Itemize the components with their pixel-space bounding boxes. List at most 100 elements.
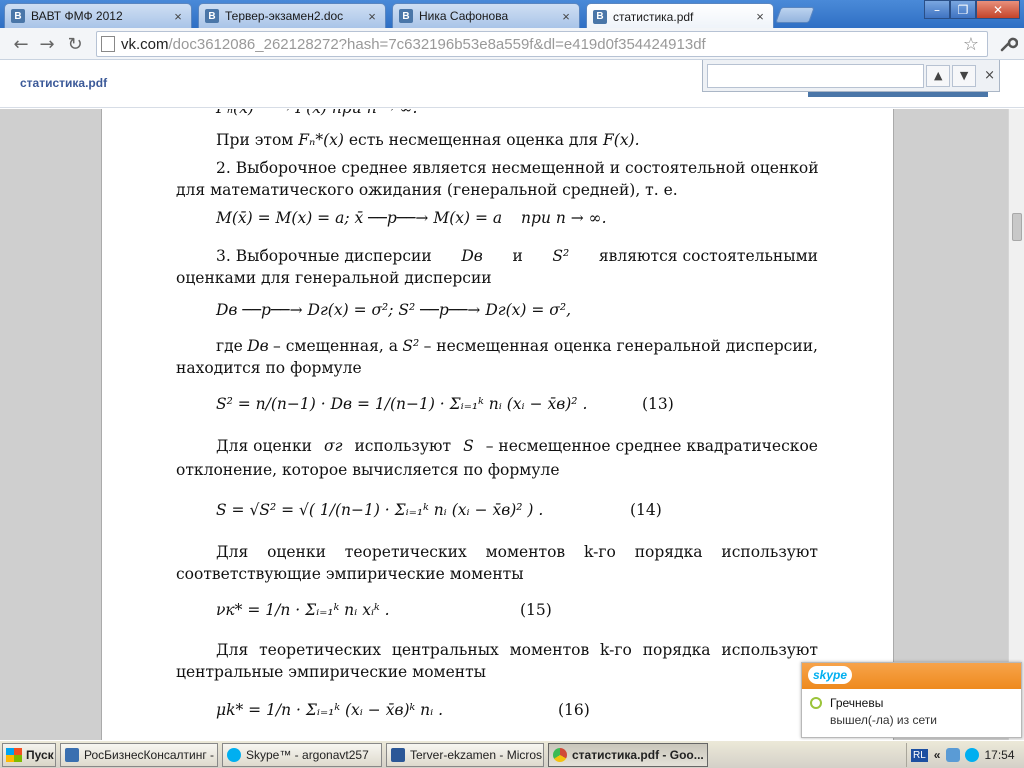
formula-variance: Dв ──p──→ Dг(x) = σ²; S² ──p──→ Dг(x) = … (216, 301, 572, 319)
close-icon[interactable]: × (171, 9, 185, 24)
browser-icon (65, 748, 79, 762)
text-fragment: – несмещенная оценка генеральной дисперс… (423, 337, 818, 355)
math-fragment: F(x). (603, 131, 640, 149)
scrollbar-thumb[interactable] (1012, 213, 1022, 241)
paragraph-line: оценками для генеральной дисперсии (176, 269, 492, 287)
find-next-button[interactable]: ▼ (952, 64, 977, 87)
taskbar-item-label: Skype™ - argonavt257 (246, 748, 369, 762)
taskbar-item-word[interactable]: Terver-ekzamen - Micros... (386, 743, 544, 767)
pdf-viewer[interactable]: Fₙ(x) ──→ F(x) при n → ∞. При этом Fₙ*(x… (0, 109, 1008, 740)
tab-strip: В ВАВТ ФМФ 2012 × В Тервер-экзамен2.doc … (0, 0, 1024, 29)
equation-number: (14) (630, 501, 662, 519)
close-icon[interactable]: × (365, 9, 379, 24)
vk-icon: В (205, 9, 219, 23)
network-icon[interactable] (946, 748, 961, 762)
taskbar-item-label: РосБизнесКонсалтинг - ... (84, 748, 218, 762)
system-tray: RL « 17:54 (906, 743, 1022, 767)
document-title-link[interactable]: статистика.pdf (20, 76, 107, 90)
word-icon (391, 748, 405, 762)
paragraph-line: соответствующие эмпирические моменты (176, 565, 524, 583)
formula-16: μk* = 1/n · Σᵢ₌₁ᵏ (xᵢ − x̄в)ᵏ nᵢ . (216, 701, 444, 719)
address-bar[interactable]: vk.com/doc3612086_262128272?hash=7c63219… (96, 31, 988, 57)
window-controls: – ❐ ✕ (924, 0, 1020, 19)
find-close-icon[interactable]: × (984, 68, 995, 83)
contact-status: вышел(-ла) из сети (830, 713, 937, 727)
url-host: vk.com (121, 35, 169, 53)
language-indicator[interactable]: RL (911, 748, 928, 762)
vertical-scrollbar[interactable] (1008, 109, 1024, 740)
tab-label: статистика.pdf (613, 9, 694, 24)
math-fragment: при n → ∞. (521, 209, 607, 227)
paragraph-line: Для оценки теоретических моментов k-го п… (216, 543, 818, 561)
paragraph-line: 2. Выборочное среднее является несмещенн… (216, 159, 819, 177)
formula-limit: Fₙ(x) ──→ F(x) при n → ∞. (216, 109, 417, 117)
math-fragment: S² (402, 337, 420, 355)
taskbar-item-rbc[interactable]: РосБизнесКонсалтинг - ... (60, 743, 218, 767)
equation-number: (13) (642, 395, 674, 413)
text-fragment: 3. Выборочные дисперсии (216, 247, 432, 265)
math-fragment: σг (324, 437, 343, 455)
paragraph-line: находится по формуле (176, 359, 362, 377)
tab-vavt[interactable]: В ВАВТ ФМФ 2012 × (4, 3, 192, 28)
chrome-icon (553, 748, 567, 762)
close-window-button[interactable]: ✕ (976, 0, 1020, 19)
windows-flag-icon (6, 748, 22, 762)
paragraph-line: отклонение, которое вычисляется по форму… (176, 461, 560, 479)
skype-notification[interactable]: skype Гречневы вышел(-ла) из сети (801, 662, 1022, 738)
maximize-button[interactable]: ❐ (950, 0, 976, 19)
taskbar-item-label: статистика.pdf - Goo... (572, 748, 704, 762)
paragraph-line: Для оценки σг используют S – несмещенное… (216, 437, 818, 455)
minimize-button[interactable]: – (924, 0, 950, 19)
skype-tray-icon[interactable] (965, 748, 980, 762)
find-previous-button[interactable]: ▲ (926, 64, 951, 87)
text-fragment: есть несмещенная оценка для (348, 131, 599, 149)
paragraph-line: Для теоретических центральных моментов k… (216, 641, 818, 659)
url-path: /doc3612086_262128272?hash=7c632196b53e8… (168, 35, 706, 53)
formula-14: S = √S² = √( 1/(n−1) · Σᵢ₌₁ᵏ nᵢ (xᵢ − x̄… (216, 501, 544, 519)
formula-15: νк* = 1/n · Σᵢ₌₁ᵏ nᵢ xᵢᵏ . (216, 601, 390, 619)
tab-label: Тервер-экзамен2.doc (225, 9, 344, 23)
math-fragment: Dв (247, 337, 269, 355)
text-fragment: – несмещенное среднее квадратическое (485, 437, 818, 455)
math-fragment: M(x̄) = M(x) = a; x̄ ──p──→ M(x) = a (216, 209, 503, 227)
find-bar: ▲ ▼ × (702, 60, 1000, 92)
find-input[interactable] (707, 63, 925, 88)
taskbar-item-skype[interactable]: Skype™ - argonavt257 (222, 743, 382, 767)
start-button[interactable]: Пуск (2, 743, 56, 767)
text-line: При этом Fₙ*(x) есть несмещенная оценка … (216, 131, 640, 149)
formula-mean: M(x̄) = M(x) = a; x̄ ──p──→ M(x) = a при… (216, 209, 607, 227)
tab-terver[interactable]: В Тервер-экзамен2.doc × (198, 3, 386, 28)
math-fragment: S² (552, 247, 570, 265)
text-fragment: – смещенная, а (273, 337, 398, 355)
math-fragment: S (463, 437, 474, 455)
tab-statistika[interactable]: В статистика.pdf × (586, 3, 774, 29)
taskbar-item-chrome[interactable]: статистика.pdf - Goo... (548, 743, 708, 767)
wrench-menu-icon[interactable] (998, 34, 1019, 54)
tray-expand-icon[interactable]: « (934, 748, 941, 762)
taskbar: Пуск РосБизнесКонсалтинг - ... Skype™ - … (0, 740, 1024, 768)
tab-label: Ника Сафонова (419, 9, 509, 23)
equation-number: (15) (520, 601, 552, 619)
close-icon[interactable]: × (753, 9, 767, 24)
new-tab-button[interactable] (775, 7, 815, 23)
reload-icon[interactable]: ↻ (64, 33, 86, 55)
clock[interactable]: 17:54 (984, 748, 1014, 762)
page-icon (101, 36, 115, 52)
formula-13: S² = n/(n−1) · Dв = 1/(n−1) · Σᵢ₌₁ᵏ nᵢ (… (216, 395, 588, 413)
pdf-page: Fₙ(x) ──→ F(x) при n → ∞. При этом Fₙ*(x… (101, 109, 894, 740)
tab-nika[interactable]: В Ника Сафонова × (392, 3, 580, 28)
skype-icon (227, 748, 241, 762)
math-fragment: Dв (461, 247, 483, 265)
back-arrow-icon[interactable]: ← (10, 33, 32, 55)
forward-arrow-icon[interactable]: → (36, 33, 58, 55)
text-fragment: являются состоятельными (598, 247, 818, 265)
text-fragment: используют (354, 437, 452, 455)
start-label: Пуск (26, 748, 54, 762)
bookmark-star-icon[interactable]: ☆ (963, 34, 979, 55)
vk-icon: В (399, 9, 413, 23)
offline-status-icon (810, 697, 822, 709)
close-icon[interactable]: × (559, 9, 573, 24)
taskbar-item-label: Terver-ekzamen - Micros... (410, 748, 544, 762)
paragraph-line: центральные эмпирические моменты (176, 663, 486, 681)
equation-number: (16) (558, 701, 590, 719)
